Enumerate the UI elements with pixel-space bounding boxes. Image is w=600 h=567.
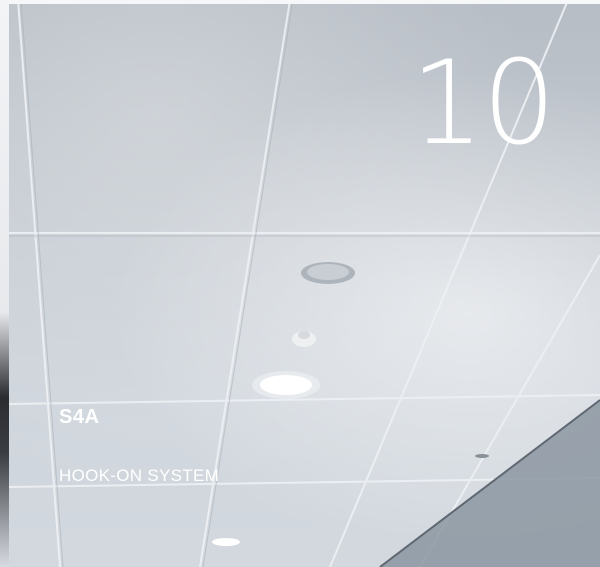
left-frame-strip bbox=[0, 0, 9, 567]
vent-slot bbox=[475, 454, 489, 458]
product-subtitle: HOOK-ON SYSTEM bbox=[59, 466, 220, 485]
downlight-small bbox=[212, 538, 240, 546]
speaker-fixture bbox=[301, 262, 355, 284]
downlight-large bbox=[252, 371, 320, 399]
ceiling-system-card: 10 S4A HOOK-ON SYSTEM bbox=[0, 0, 600, 567]
wall-edge bbox=[379, 399, 600, 567]
page-number: 10 bbox=[410, 36, 556, 171]
product-title: S4A bbox=[59, 406, 100, 428]
top-frame-strip bbox=[0, 0, 600, 4]
smoke-detector bbox=[292, 331, 316, 347]
